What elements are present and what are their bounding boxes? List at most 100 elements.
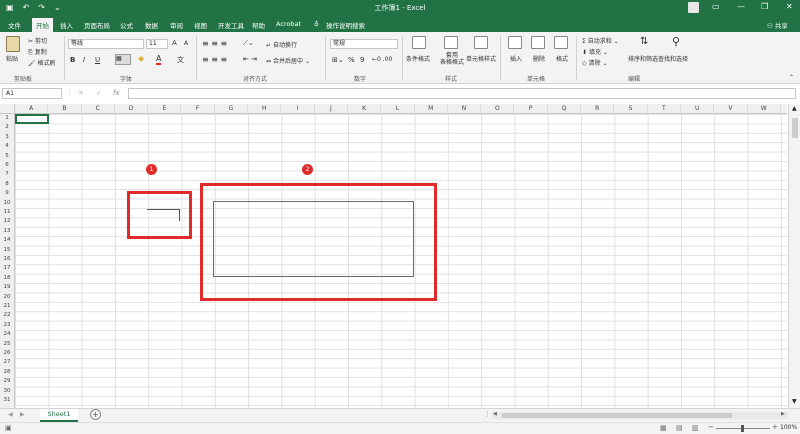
row-header[interactable]: 17: [0, 265, 14, 271]
zoom-slider-thumb[interactable]: [741, 425, 744, 432]
row-header[interactable]: 13: [0, 228, 14, 234]
row-header[interactable]: 11: [0, 209, 14, 215]
column-header[interactable]: G: [215, 105, 249, 114]
zoom-in-icon[interactable]: +: [772, 423, 778, 431]
find-select-label[interactable]: 查找和选择: [658, 54, 688, 63]
column-header[interactable]: L: [381, 105, 415, 114]
row-header[interactable]: 7: [0, 171, 14, 177]
column-header[interactable]: O: [481, 105, 515, 114]
normal-view-icon[interactable]: ▦: [660, 424, 667, 432]
comma-button[interactable]: 9: [360, 56, 364, 64]
tab-formulas[interactable]: 公式: [120, 20, 133, 30]
cut-button[interactable]: ✂ 剪切: [28, 36, 47, 45]
row-header[interactable]: 8: [0, 181, 14, 187]
share-button[interactable]: ⚇ 共享: [767, 20, 788, 30]
sheet-tab[interactable]: Sheet1: [40, 409, 78, 422]
row-header[interactable]: 5: [0, 153, 14, 159]
column-header[interactable]: M: [415, 105, 448, 114]
scroll-right-icon[interactable]: ▶: [781, 411, 785, 417]
zoom-out-icon[interactable]: −: [708, 423, 714, 431]
row-header[interactable]: 10: [0, 200, 14, 206]
decimal-icons[interactable]: ←0 .00: [372, 56, 392, 63]
bold-button[interactable]: B: [70, 56, 75, 64]
row-header[interactable]: 25: [0, 341, 14, 347]
ribbon-display-icon[interactable]: ▭: [712, 2, 720, 11]
zoom-slider[interactable]: [716, 425, 770, 432]
format-table-button[interactable]: [444, 36, 458, 51]
column-header[interactable]: F: [182, 105, 215, 114]
scroll-down-icon[interactable]: ▼: [792, 398, 797, 405]
column-header[interactable]: P: [515, 105, 548, 114]
row-header[interactable]: 26: [0, 350, 14, 356]
percent-button[interactable]: %: [348, 56, 355, 64]
column-header[interactable]: B: [48, 105, 82, 114]
h-scroll-thumb[interactable]: [502, 413, 732, 418]
row-header[interactable]: 6: [0, 162, 14, 168]
row-header[interactable]: 23: [0, 322, 14, 328]
align-left-icon[interactable]: ≡ ≡ ≡: [202, 55, 227, 64]
column-header[interactable]: C: [82, 105, 115, 114]
column-header[interactable]: K: [348, 105, 382, 114]
column-header[interactable]: H: [248, 105, 282, 114]
column-header[interactable]: R: [581, 105, 615, 114]
font-color-button[interactable]: A: [156, 54, 162, 65]
column-header[interactable]: U: [681, 105, 715, 114]
formula-input[interactable]: [128, 88, 796, 99]
cell-styles-button[interactable]: [474, 36, 488, 51]
row-header[interactable]: 4: [0, 143, 14, 149]
tab-file[interactable]: 文件: [8, 20, 21, 30]
wrap-text-button[interactable]: ↵ 自动换行: [266, 40, 297, 49]
row-header[interactable]: 21: [0, 303, 14, 309]
zoom-level[interactable]: 100%: [780, 424, 797, 431]
sort-filter-label[interactable]: 排序和筛选: [628, 54, 658, 63]
number-format-select[interactable]: 常规: [330, 39, 398, 49]
select-all-button[interactable]: [0, 104, 15, 114]
indent-icon[interactable]: ⇤ ⇥: [243, 55, 257, 63]
column-header[interactable]: E: [148, 105, 182, 114]
conditional-format-button[interactable]: [412, 36, 426, 51]
currency-icon[interactable]: ⊞⌄: [332, 56, 344, 64]
row-header[interactable]: 31: [0, 397, 14, 403]
row-header[interactable]: 22: [0, 312, 14, 318]
tab-page-layout[interactable]: 页面布局: [84, 20, 110, 30]
row-header[interactable]: 28: [0, 369, 14, 375]
delete-cells-button[interactable]: [531, 36, 545, 51]
avatar[interactable]: [688, 2, 699, 13]
prev-sheet-icon[interactable]: ◀: [8, 411, 13, 418]
paste-button[interactable]: [6, 36, 20, 52]
column-header[interactable]: J: [315, 105, 348, 114]
column-header[interactable]: T: [648, 105, 681, 114]
cancel-icon[interactable]: ✕: [78, 89, 84, 97]
clear-button[interactable]: ◇ 清除 ⌄: [582, 58, 607, 67]
function-icon[interactable]: fx: [113, 89, 120, 97]
orientation-icon[interactable]: ⟋⌄: [243, 39, 254, 48]
insert-cells-button[interactable]: [508, 36, 522, 51]
scroll-up-icon[interactable]: ▲: [792, 105, 797, 112]
row-header[interactable]: 18: [0, 275, 14, 281]
row-header[interactable]: 20: [0, 294, 14, 300]
tab-split-handle[interactable]: ⋮: [484, 410, 491, 418]
row-header[interactable]: 1: [0, 115, 14, 121]
name-box[interactable]: A1: [2, 88, 62, 99]
row-header[interactable]: 3: [0, 134, 14, 140]
column-header[interactable]: W: [748, 105, 781, 114]
underline-button[interactable]: U: [95, 56, 100, 64]
add-sheet-button[interactable]: +: [90, 409, 101, 420]
column-header[interactable]: D: [115, 105, 149, 114]
vertical-scrollbar[interactable]: ▲ ▼: [788, 104, 800, 408]
tab-help[interactable]: 帮助: [252, 20, 265, 30]
tab-insert[interactable]: 插入: [60, 20, 73, 30]
macro-record-icon[interactable]: ▣: [5, 424, 12, 432]
column-header[interactable]: N: [448, 105, 482, 114]
active-cell[interactable]: [15, 114, 49, 124]
sort-filter-icon[interactable]: ⇅: [640, 36, 648, 47]
scroll-left-icon[interactable]: ◀: [493, 411, 497, 417]
enter-icon[interactable]: ✓: [96, 89, 102, 97]
format-cells-button[interactable]: [554, 36, 568, 51]
column-header[interactable]: V: [714, 105, 748, 114]
format-painter-button[interactable]: 🖌 格式刷: [28, 58, 56, 67]
phonetic-icon[interactable]: 文: [177, 55, 184, 65]
border-button[interactable]: ▦: [115, 54, 131, 65]
column-header[interactable]: I: [281, 105, 315, 114]
font-size-select[interactable]: 11: [146, 39, 168, 49]
